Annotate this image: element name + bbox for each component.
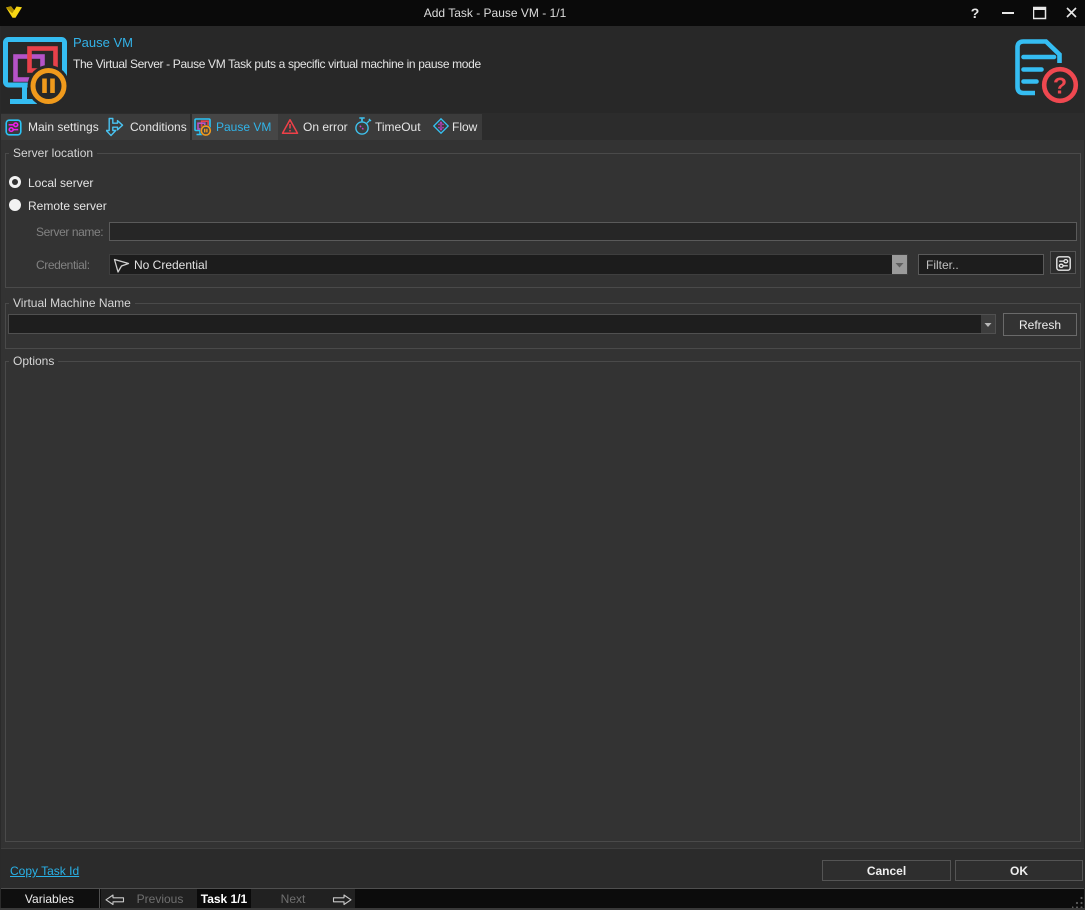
- svg-text:?: ?: [1053, 73, 1067, 99]
